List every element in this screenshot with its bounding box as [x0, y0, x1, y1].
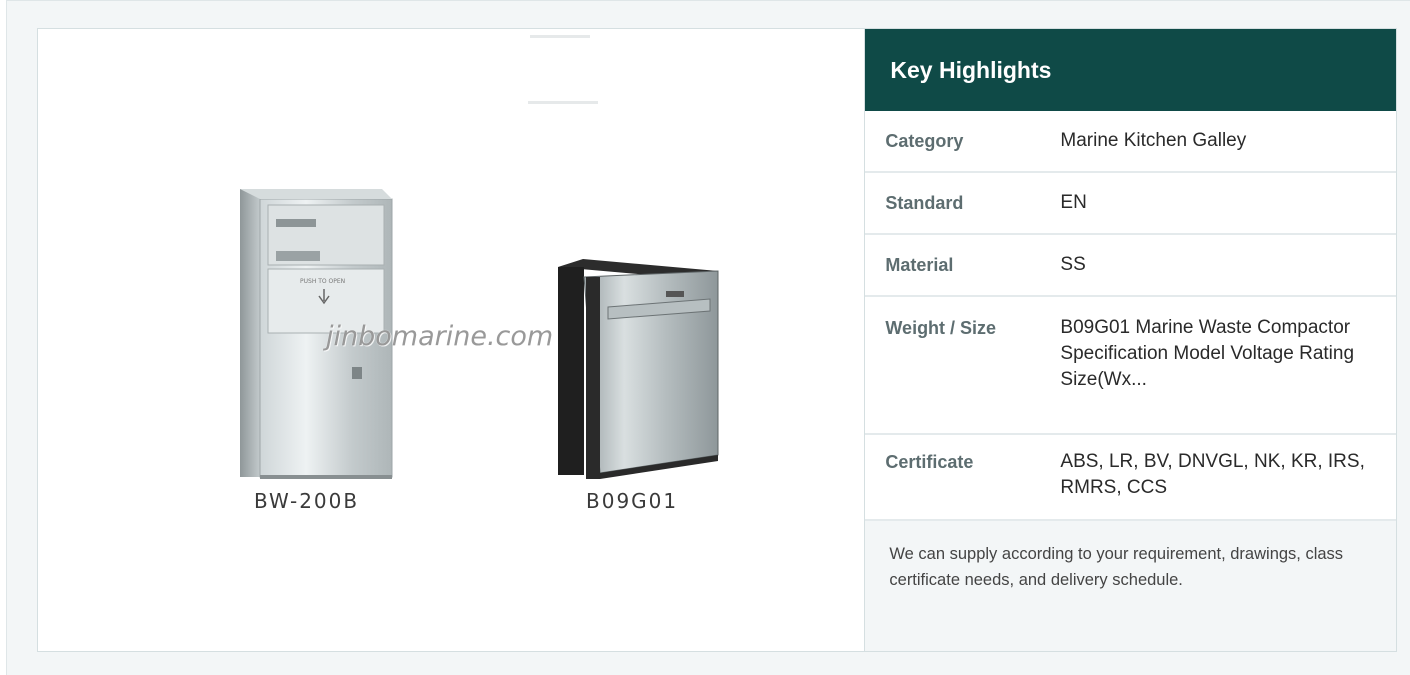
product-image: PUSH TO OPEN jinbomarine.com BW-200B B09…: [38, 29, 866, 651]
artifact-line: [528, 101, 598, 104]
key-highlights-panel: Key Highlights Category Marine Kitchen G…: [865, 29, 1396, 651]
highlight-key: Category: [885, 131, 964, 151]
highlight-key: Material: [885, 255, 954, 275]
highlight-key: Certificate: [885, 452, 974, 472]
product-card: PUSH TO OPEN jinbomarine.com BW-200B B09…: [37, 28, 1397, 652]
highlight-row-category: Category Marine Kitchen Galley: [865, 111, 1396, 173]
highlight-key: Standard: [885, 193, 964, 213]
key-highlights-title: Key Highlights: [865, 29, 1396, 111]
svg-text:PUSH TO OPEN: PUSH TO OPEN: [300, 278, 345, 285]
highlight-value: EN: [1060, 192, 1087, 213]
highlight-row-certificate: Certificate ABS, LR, BV, DNVGL, NK, KR, …: [865, 435, 1396, 521]
highlight-value: ABS, LR, BV, DNVGL, NK, KR, IRS, RMRS, C…: [1060, 451, 1365, 498]
artifact-line: [530, 35, 590, 38]
highlight-value: B09G01 Marine Waste Compactor Specificat…: [1060, 317, 1355, 390]
highlight-key: Weight / Size: [885, 318, 997, 338]
b09g01-unit: [558, 259, 719, 479]
highlight-row-standard: Standard EN: [865, 173, 1396, 235]
highlight-row-weight-size: Weight / Size B09G01 Marine Waste Compac…: [865, 297, 1396, 435]
watermark: jinbomarine.com: [326, 321, 554, 352]
highlight-row-material: Material SS: [865, 235, 1396, 297]
highlight-value: Marine Kitchen Galley: [1060, 130, 1247, 151]
product-label-b09g01: B09G01: [586, 489, 679, 513]
highlight-value: SS: [1060, 254, 1086, 275]
page-background: PUSH TO OPEN jinbomarine.com BW-200B B09…: [6, 0, 1410, 675]
product-label-bw-200b: BW-200B: [254, 489, 360, 513]
supply-note: We can supply according to your requirem…: [865, 521, 1396, 651]
